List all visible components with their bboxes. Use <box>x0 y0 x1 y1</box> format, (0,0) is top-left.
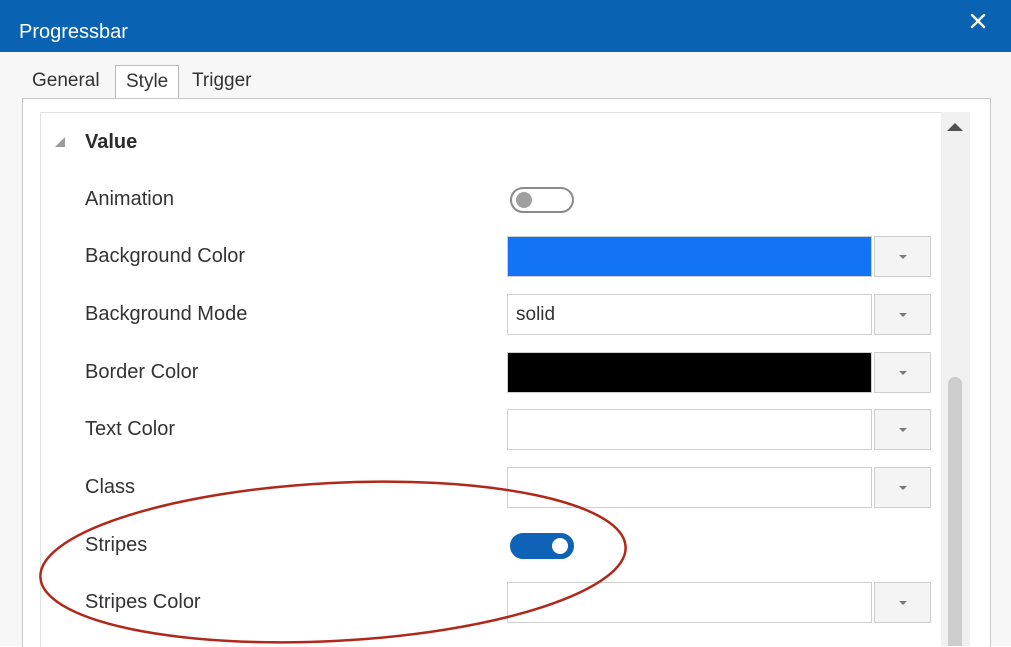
class-input[interactable] <box>507 467 872 508</box>
property-row-animation: Animation <box>41 177 941 223</box>
property-row-background-mode: Background Mode solid <box>41 292 941 338</box>
property-row-stripes: Stripes <box>41 523 941 569</box>
tab-general[interactable]: General <box>22 65 110 97</box>
text-color-dropdown-button[interactable] <box>874 409 931 450</box>
close-icon[interactable] <box>967 10 989 32</box>
tab-style[interactable]: Style <box>115 65 180 100</box>
property-grid: Value Animation Background Color Backgro… <box>40 112 942 647</box>
section-header-value[interactable]: Value <box>41 127 941 157</box>
border-color-swatch[interactable] <box>507 352 872 393</box>
property-row-border-color: Border Color <box>41 350 941 396</box>
property-label: Stripes <box>85 534 148 556</box>
text-color-swatch[interactable] <box>507 409 872 450</box>
property-row-class: Class <box>41 465 941 511</box>
chevron-down-icon <box>899 371 907 375</box>
chevron-down-icon <box>899 313 907 317</box>
title-bar: Progressbar <box>0 0 1011 52</box>
scroll-up-arrow-icon[interactable] <box>947 123 963 131</box>
property-label: Animation <box>85 188 174 210</box>
chevron-down-icon <box>899 486 907 490</box>
stripes-color-dropdown-button[interactable] <box>874 582 931 623</box>
animation-toggle[interactable] <box>510 187 574 213</box>
property-row-stripes-color: Stripes Color <box>41 580 941 626</box>
section-label: Value <box>85 131 138 153</box>
property-label: Text Color <box>85 418 176 440</box>
tab-trigger[interactable]: Trigger <box>182 65 261 97</box>
background-color-dropdown-button[interactable] <box>874 236 931 277</box>
window-title: Progressbar <box>19 21 128 43</box>
background-mode-select[interactable]: solid <box>507 294 872 335</box>
property-label: Background Color <box>85 245 246 267</box>
class-dropdown-button[interactable] <box>874 467 931 508</box>
stripes-color-swatch[interactable] <box>507 582 872 623</box>
vertical-scrollbar[interactable] <box>941 112 970 646</box>
scroll-thumb[interactable] <box>948 377 962 646</box>
toggle-knob <box>552 538 568 554</box>
toggle-knob <box>516 192 532 208</box>
chevron-down-icon <box>899 428 907 432</box>
chevron-down-icon <box>899 255 907 259</box>
property-label: Border Color <box>85 361 199 383</box>
collapse-triangle-icon[interactable] <box>54 135 66 147</box>
property-label: Stripes Color <box>85 591 201 613</box>
background-mode-value: solid <box>516 304 556 325</box>
background-mode-dropdown-button[interactable] <box>874 294 931 335</box>
property-row-background-color: Background Color <box>41 234 941 280</box>
property-label: Class <box>85 476 136 498</box>
border-color-dropdown-button[interactable] <box>874 352 931 393</box>
property-label: Background Mode <box>85 303 248 325</box>
stripes-toggle[interactable] <box>510 533 574 559</box>
background-color-swatch[interactable] <box>507 236 872 277</box>
chevron-down-icon <box>899 601 907 605</box>
property-row-text-color: Text Color <box>41 407 941 453</box>
